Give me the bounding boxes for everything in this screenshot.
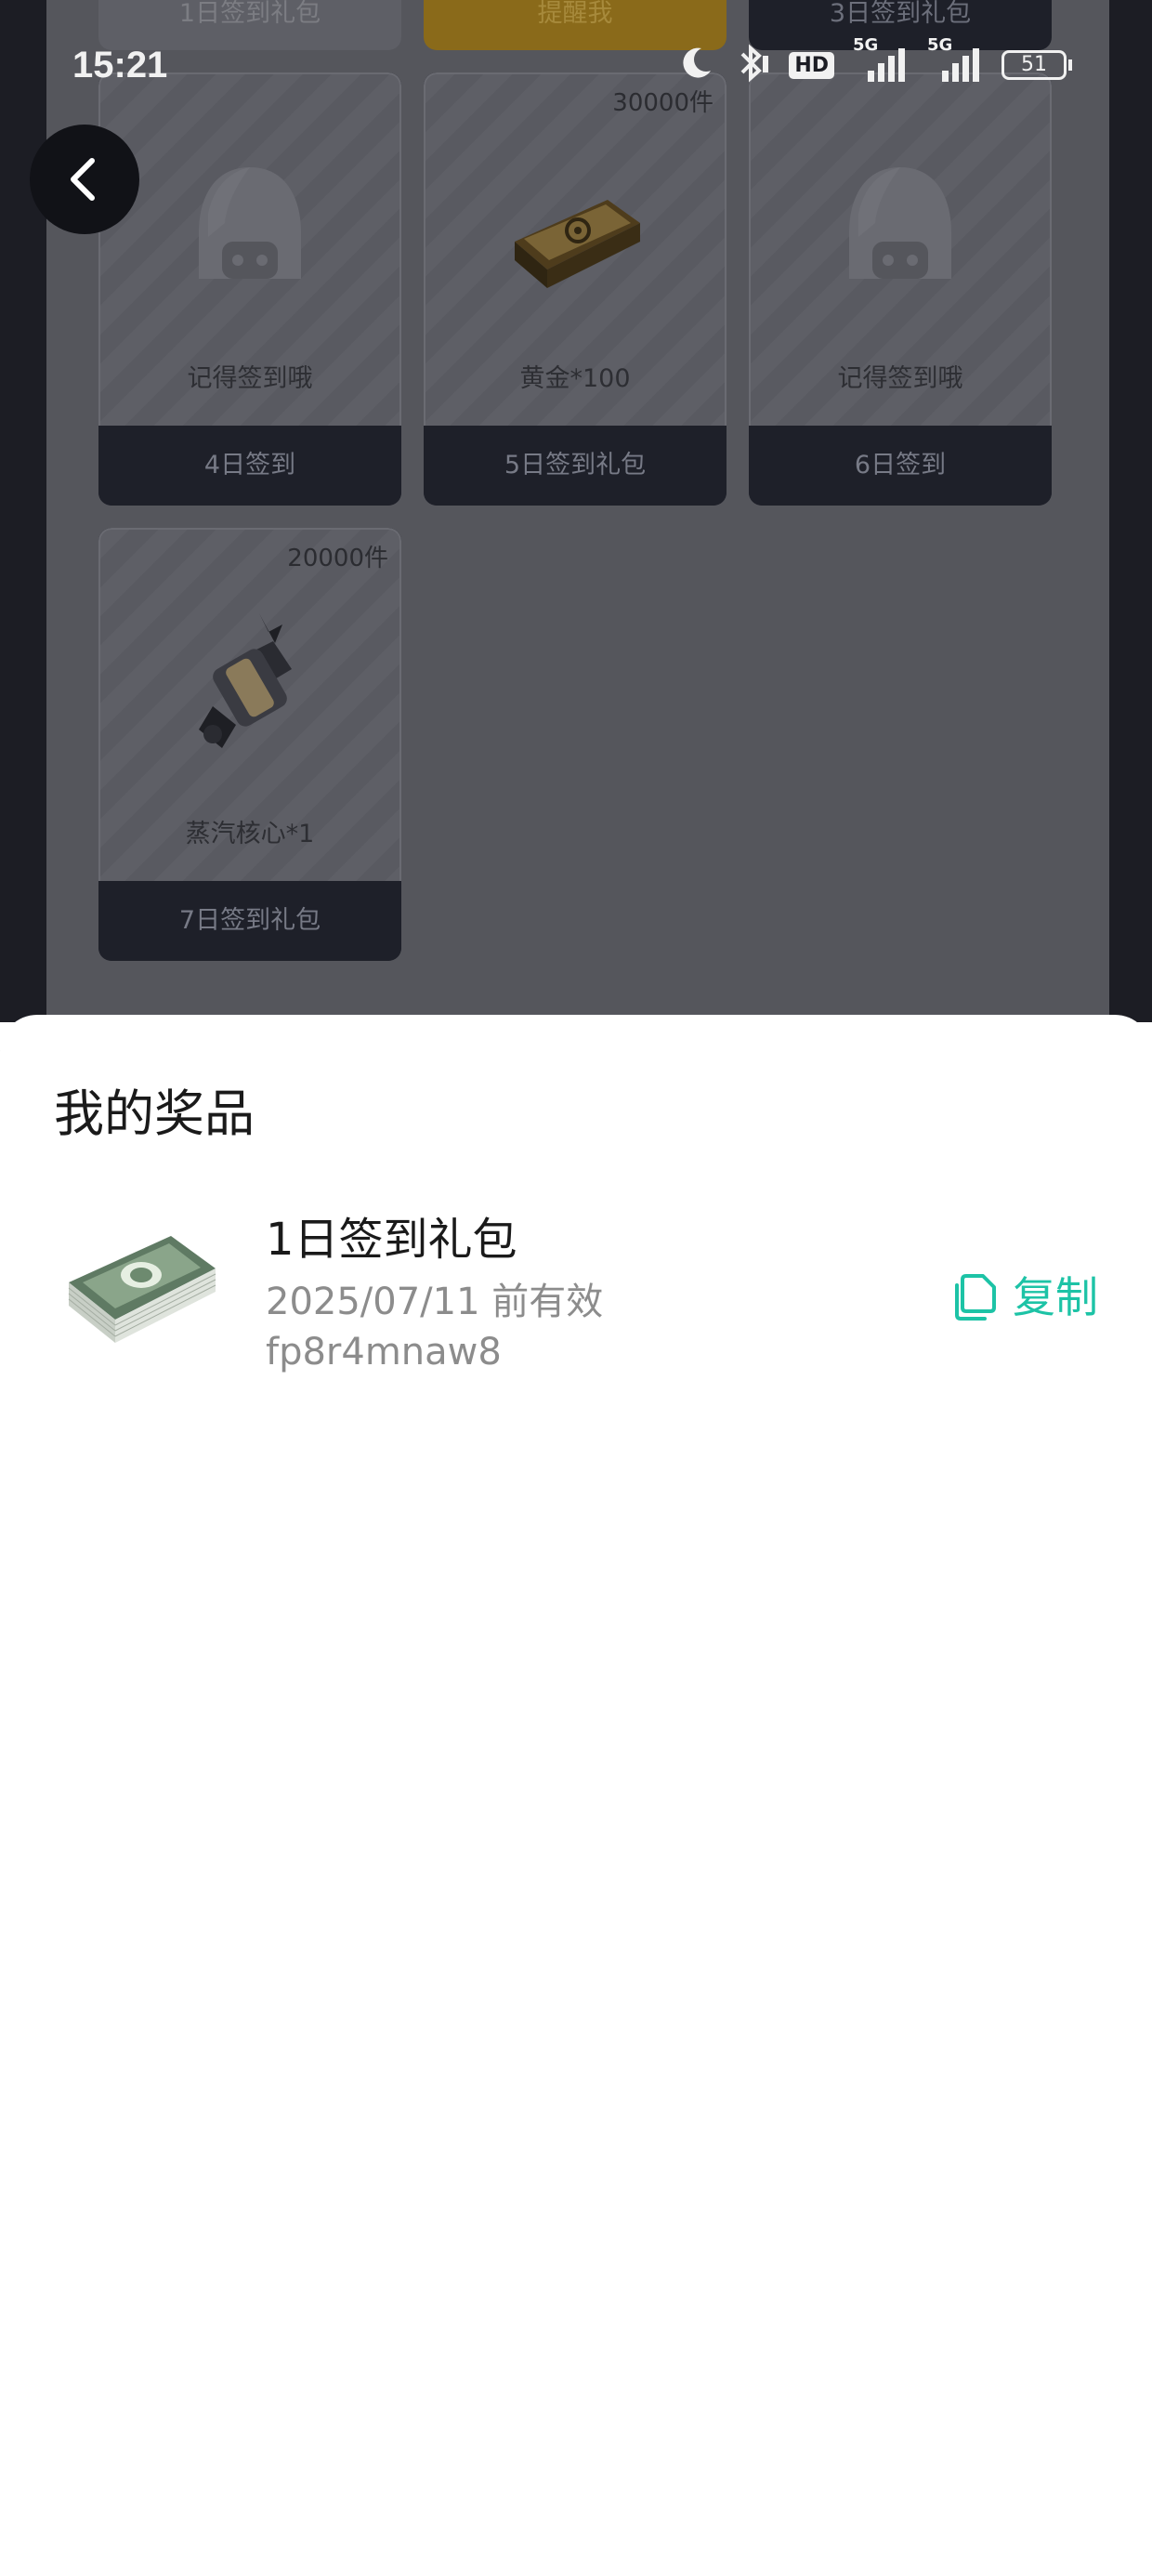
day6-card: 记得签到哦 6日签到 [749,72,1052,506]
day4-signin-button[interactable]: 4日签到 [98,426,401,506]
signin-panel: 1日签到礼包 提醒我 3日签到礼包 记得签到哦 4日签到 30000件 黄金*1… [46,0,1109,1022]
copy-label: 复制 [1013,1272,1098,1322]
chevron-left-icon [71,158,95,201]
copy-icon [955,1274,996,1321]
cash-stack-icon [59,1217,217,1351]
mascot-placeholder-icon [171,149,329,310]
card-name: 记得签到哦 [837,364,963,393]
prize-code: fp8r4mnaw8 [266,1331,502,1373]
day6-signin-button[interactable]: 6日签到 [749,426,1052,506]
bluetooth-icon [733,43,770,87]
day5-gift-button[interactable]: 5日签到礼包 [424,426,727,506]
steam-core-icon [171,604,329,766]
back-button[interactable] [30,125,139,234]
prize-name: 1日签到礼包 [266,1214,517,1266]
card-name: 记得签到哦 [187,364,313,393]
status-bar: 15:21 HD 5G 5G 51 [0,33,1152,104]
gold-bar-icon [496,149,654,310]
day5-card: 30000件 黄金*100 5日签到礼包 [424,72,727,506]
signal-icon: 5G [927,35,983,85]
hd-icon: HD [789,51,834,79]
prize-valid-date: 2025/07/11 前有效 [266,1281,604,1323]
card-name: 黄金*100 [519,364,631,393]
my-prizes-sheet: 我的奖品 1日签到礼包 2025/07/11 前有效 fp8r4mnaw8 复制 [0,1015,1152,2576]
day7-gift-button[interactable]: 7日签到礼包 [98,881,401,961]
battery-icon: 51 [1001,50,1072,80]
stock-count: 20000件 [287,545,388,572]
sheet-title: 我的奖品 [54,1084,255,1143]
mascot-placeholder-icon [821,149,979,310]
day4-card: 记得签到哦 4日签到 [98,72,401,506]
day7-card: 20000件 蒸汽核心*1 7日签到礼包 [98,528,401,961]
copy-button[interactable]: 复制 [951,1264,1098,1325]
card-name: 蒸汽核心*1 [185,820,315,848]
signal-icon: 5G [853,35,909,85]
moon-icon [677,45,714,85]
status-time: 15:21 [72,45,168,85]
